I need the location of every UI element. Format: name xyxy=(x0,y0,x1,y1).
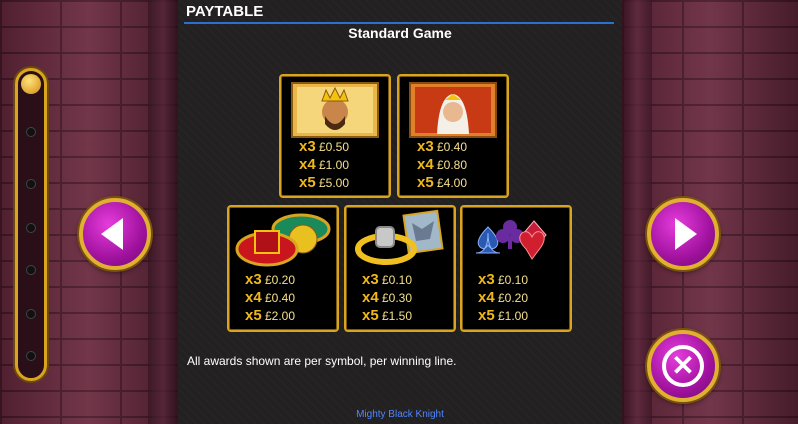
pay-row: x4 £1.00 xyxy=(299,156,349,174)
chevron-left-icon xyxy=(101,218,123,250)
page-dot[interactable] xyxy=(26,351,36,361)
pay-multiplier: x3 xyxy=(245,271,262,288)
pay-row: x4 £0.30 xyxy=(362,289,412,307)
pay-value: £0.30 xyxy=(382,291,413,305)
page-dot[interactable] xyxy=(26,223,36,233)
paytable-card-queen: x3 £0.40 x4 £0.80 x5 £4.00 xyxy=(397,74,509,198)
king-icon xyxy=(291,82,379,138)
paytable-card-king: x3 £0.50 x4 £1.00 x5 £5.00 xyxy=(279,74,391,198)
pay-multiplier: x5 xyxy=(299,174,316,191)
pay-multiplier: x4 xyxy=(478,289,495,306)
page-dot[interactable] xyxy=(26,179,36,189)
chevron-right-icon xyxy=(675,218,697,250)
pay-row: x3 £0.40 xyxy=(417,138,467,156)
pay-multiplier: x3 xyxy=(478,271,495,288)
pay-value: £0.10 xyxy=(382,273,413,287)
pay-value: £0.20 xyxy=(498,291,529,305)
pay-multiplier: x4 xyxy=(362,289,379,306)
pay-multiplier: x3 xyxy=(417,138,434,155)
pay-multiplier: x4 xyxy=(417,156,434,173)
previous-page-button[interactable] xyxy=(79,198,151,270)
pay-value: £1.50 xyxy=(382,309,413,323)
page-scroll-track[interactable] xyxy=(15,68,47,381)
pay-value: £5.00 xyxy=(319,176,350,190)
pay-value: £0.20 xyxy=(265,273,296,287)
paytable-panel: PAYTABLE Standard Game x3 £0.50 x4 £1.00 x… xyxy=(178,0,622,424)
pay-value: £0.80 xyxy=(437,158,468,172)
pay-value: £0.50 xyxy=(319,140,350,154)
pay-row: x5 £4.00 xyxy=(417,174,467,192)
pay-value: £1.00 xyxy=(498,309,529,323)
page-dot[interactable] xyxy=(26,309,36,319)
queen-icon xyxy=(409,82,497,138)
page-indicator-knob[interactable] xyxy=(21,74,41,94)
pay-multiplier: x3 xyxy=(362,271,379,288)
pay-value: £2.00 xyxy=(265,309,296,323)
pay-value: £0.40 xyxy=(437,140,468,154)
pay-value: £1.00 xyxy=(319,158,350,172)
page-dot[interactable] xyxy=(26,127,36,137)
close-paytable-button[interactable]: ✕ xyxy=(647,330,719,402)
pay-value: £0.40 xyxy=(265,291,296,305)
pay-row: x3 £0.10 xyxy=(478,271,528,289)
pay-multiplier: x4 xyxy=(299,156,316,173)
pay-multiplier: x5 xyxy=(245,307,262,324)
pay-row: x4 £0.80 xyxy=(417,156,467,174)
pay-row: x4 £0.40 xyxy=(245,289,295,307)
game-name-footer: Mighty Black Knight xyxy=(356,409,444,420)
pay-multiplier: x5 xyxy=(478,307,495,324)
ring-map-icon xyxy=(355,209,444,265)
paytable-card-crown-orb: x3 £0.20 x4 £0.40 x5 £2.00 xyxy=(227,205,339,332)
pay-multiplier: x5 xyxy=(417,174,434,191)
awards-note: All awards shown are per symbol, per win… xyxy=(187,354,457,368)
title-divider xyxy=(184,22,614,24)
pay-row: x4 £0.20 xyxy=(478,289,528,307)
close-icon: ✕ xyxy=(662,345,704,387)
section-subtitle: Standard Game xyxy=(348,25,452,41)
pay-row: x3 £0.20 xyxy=(245,271,295,289)
pay-row: x5 £1.50 xyxy=(362,307,412,325)
pay-row: x5 £1.00 xyxy=(478,307,528,325)
page-dot[interactable] xyxy=(26,265,36,275)
card-suits-icon xyxy=(475,220,547,260)
pay-multiplier: x4 xyxy=(245,289,262,306)
pay-multiplier: x5 xyxy=(362,307,379,324)
next-page-button[interactable] xyxy=(647,198,719,270)
pay-row: x3 £0.10 xyxy=(362,271,412,289)
pay-row: x5 £2.00 xyxy=(245,307,295,325)
paytable-card-card-suits: x3 £0.10 x4 £0.20 x5 £1.00 xyxy=(460,205,572,332)
paytable-card-ring-map: x3 £0.10 x4 £0.30 x5 £1.50 xyxy=(344,205,456,332)
pay-row: x5 £5.00 xyxy=(299,174,349,192)
pay-value: £4.00 xyxy=(437,176,468,190)
pay-multiplier: x3 xyxy=(299,138,316,155)
page-title: PAYTABLE xyxy=(186,3,264,20)
crown-orb-icon xyxy=(235,213,331,267)
pay-row: x3 £0.50 xyxy=(299,138,349,156)
pay-value: £0.10 xyxy=(498,273,529,287)
